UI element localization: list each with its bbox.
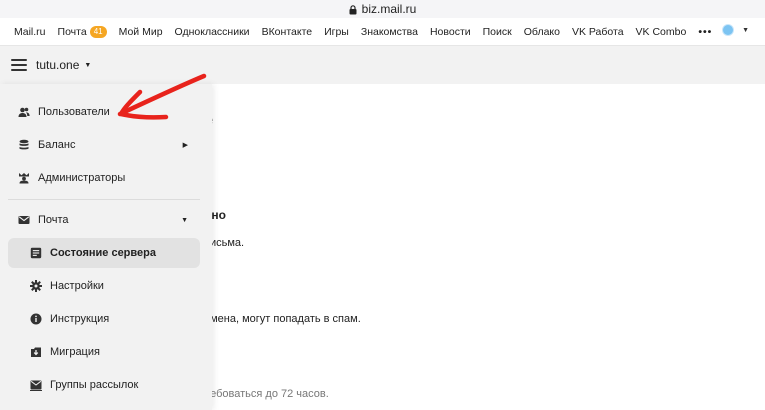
- sidebar-item-label: Состояние сервера: [50, 247, 156, 259]
- portal-link-mailru[interactable]: Mail.ru: [14, 26, 46, 38]
- admins-icon: [18, 172, 30, 184]
- chevron-down-icon: ▼: [84, 61, 92, 69]
- sidebar-item-server-status[interactable]: Состояние сервера: [8, 238, 200, 268]
- info-icon: [30, 313, 42, 325]
- avatar: [722, 24, 735, 36]
- portal-link-vk-combo[interactable]: VK Combo: [636, 26, 687, 38]
- sidebar-item-settings[interactable]: Настройки: [8, 271, 200, 301]
- sidebar-item-migration[interactable]: Миграция: [8, 337, 200, 367]
- domain-name: tutu.one: [36, 58, 80, 72]
- sidebar-item-label: Миграция: [50, 346, 100, 358]
- gear-icon: [30, 280, 42, 292]
- portal-link-cloud[interactable]: Облако: [524, 26, 560, 38]
- portal-link-search[interactable]: Поиск: [483, 26, 512, 38]
- sidebar-item-instructions[interactable]: Инструкция: [8, 304, 200, 334]
- sidebar-item-admins[interactable]: Администраторы: [8, 163, 200, 193]
- lock-icon: [349, 5, 357, 15]
- sidebar-drawer: Пользователи Баланс ▶ Администраторы Поч…: [0, 84, 212, 410]
- chevron-down-icon: ▼: [742, 26, 749, 34]
- portal-more-button[interactable]: •••: [698, 26, 712, 38]
- portal-link-moymir[interactable]: Мой Мир: [119, 26, 163, 38]
- sidebar-item-label: Пользователи: [38, 106, 110, 118]
- sidebar-item-label: Администраторы: [38, 172, 126, 184]
- sidebar-item-users[interactable]: Пользователи: [8, 97, 200, 127]
- sidebar-item-mailing-groups[interactable]: Группы рассылок: [8, 370, 200, 400]
- portal-link-dating[interactable]: Знакомства: [361, 26, 418, 38]
- portal-nav: Mail.ru Почта 41 Мой Мир Одноклассники В…: [0, 18, 765, 46]
- coins-icon: [18, 139, 30, 151]
- browser-address-bar[interactable]: biz.mail.ru: [0, 0, 765, 18]
- portal-link-news[interactable]: Новости: [430, 26, 471, 38]
- portal-link-mail[interactable]: Почта 41: [57, 25, 107, 38]
- sidebar-item-label: Группы рассылок: [50, 379, 139, 391]
- server-status-icon: [30, 247, 42, 259]
- mailing-groups-icon: [30, 379, 42, 391]
- sidebar-item-mail[interactable]: Почта ▼: [8, 205, 200, 235]
- main-text-fragment: омена, могут попадать в спам.: [204, 313, 361, 325]
- portal-link-mail-label: Почта: [57, 25, 87, 38]
- app-header: tutu.one ▼: [0, 46, 765, 84]
- sidebar-item-label: Инструкция: [50, 313, 110, 325]
- users-icon: [18, 106, 30, 118]
- chevron-down-icon: ▼: [181, 216, 188, 224]
- sidebar-divider: [8, 199, 200, 200]
- domain-selector[interactable]: tutu.one ▼: [36, 58, 91, 72]
- portal-link-vk[interactable]: ВКонтакте: [262, 26, 313, 38]
- portal-link-ok[interactable]: Одноклассники: [175, 26, 250, 38]
- account-menu[interactable]: ▼: [722, 24, 749, 36]
- hamburger-menu-icon[interactable]: [11, 59, 27, 71]
- chevron-right-icon: ▶: [182, 142, 188, 149]
- portal-link-vk-work[interactable]: VK Работа: [572, 26, 624, 38]
- sidebar-item-label: Настройки: [50, 280, 104, 292]
- url-text: biz.mail.ru: [361, 2, 417, 16]
- main-text-fragment: ребоваться до 72 часов.: [204, 388, 329, 400]
- sidebar-item-label: Почта: [38, 214, 69, 226]
- portal-link-games[interactable]: Игры: [324, 26, 349, 38]
- mail-icon: [18, 214, 30, 226]
- sidebar-item-balance[interactable]: Баланс ▶: [8, 130, 200, 160]
- migration-icon: [30, 346, 42, 358]
- unread-badge: 41: [89, 25, 107, 38]
- sidebar-item-label: Баланс: [38, 139, 76, 151]
